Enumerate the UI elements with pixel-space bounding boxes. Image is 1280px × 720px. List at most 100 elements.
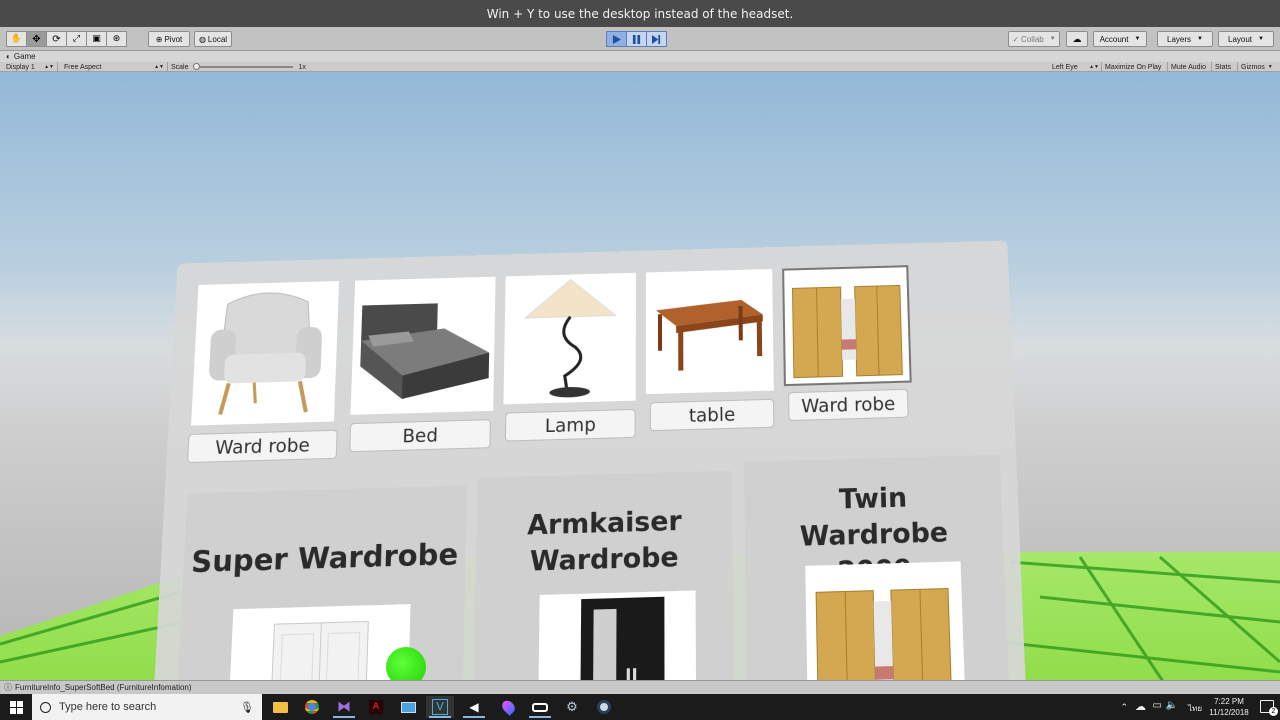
cloud-icon[interactable]: ☁ — [1135, 700, 1146, 713]
gizmos-label: Gizmos — [1241, 63, 1265, 71]
scale-tool-button[interactable]: ⤢ — [66, 31, 87, 47]
taskbar-steam[interactable] — [590, 696, 618, 718]
eye-dropdown[interactable]: Left Eye ▲▼ — [1050, 62, 1102, 72]
card-image — [537, 590, 697, 680]
game-view-toolbar: Display 1 ▲▼ Free Aspect ▲▼ Scale 1x Lef… — [0, 62, 1280, 72]
transform-tool-button[interactable]: ⊛ — [106, 31, 127, 47]
gizmos-dropdown[interactable]: Gizmos ▼ — [1240, 62, 1280, 72]
game-tab[interactable]: ◐ Game — [0, 51, 1280, 62]
mute-audio-toggle[interactable]: Mute Audio — [1170, 62, 1212, 72]
taskbar-chrome[interactable] — [298, 696, 326, 718]
layers-dropdown[interactable]: Layers ▼ — [1157, 31, 1213, 47]
transform-tools: ✋ ✥ ⟳ ⤢ ▣ ⊛ — [6, 31, 127, 47]
aspect-dropdown[interactable]: Free Aspect ▲▼ — [60, 62, 168, 72]
thumbnail-table[interactable] — [645, 268, 774, 395]
thumbnail-lamp[interactable] — [503, 272, 636, 405]
chevron-down-icon: ▼ — [1197, 36, 1203, 42]
taskbar-mixed-reality-portal[interactable] — [526, 696, 554, 718]
thumbnail-label-wardrobe[interactable]: Ward robe — [788, 388, 909, 422]
taskbar-acrobat[interactable]: A — [362, 696, 390, 718]
thumbnail-label-text: table — [688, 403, 736, 427]
windows-logo-icon — [9, 700, 23, 714]
taskbar-remote-desktop[interactable] — [394, 696, 422, 718]
taskbar-search-input[interactable]: Type here to search 🎙 — [32, 694, 262, 720]
thumbnail-label-bed[interactable]: Bed — [349, 419, 491, 453]
game-viewport[interactable]: Ward robe Bed Lamp table Ward robe Super… — [0, 72, 1280, 680]
pivot-toggle[interactable]: ⊕ Pivot — [148, 31, 190, 47]
unity-icon: ◀ — [469, 700, 479, 714]
eye-label: Left Eye — [1052, 63, 1078, 71]
chevron-down-icon: ▼ — [1049, 36, 1056, 42]
card-super-wardrobe[interactable]: Super Wardrobe — [173, 485, 468, 680]
vr-pointer-cursor — [386, 647, 426, 680]
rotate-tool-button[interactable]: ⟳ — [46, 31, 67, 47]
thumbnail-label-text: Ward robe — [214, 434, 311, 459]
account-dropdown[interactable]: Account ▼ — [1093, 31, 1147, 47]
taskbar-visual-studio-code[interactable]: V — [426, 696, 454, 718]
card-twin-wardrobe-2009[interactable]: Twin Wardrobe 2009 — [744, 454, 1011, 680]
rect-tool-button[interactable]: ▣ — [86, 31, 107, 47]
card-image — [227, 604, 411, 680]
display-dropdown[interactable]: Display 1 ▲▼ — [0, 62, 58, 72]
thumbnail-label-armchair[interactable]: Ward robe — [187, 429, 338, 464]
gear-icon: ⚙ — [566, 699, 578, 715]
thumbnail-wardrobe-selected[interactable] — [782, 265, 912, 387]
taskbar-maps[interactable] — [494, 696, 522, 718]
step-button[interactable] — [646, 31, 667, 47]
thumbnail-bed[interactable] — [350, 276, 496, 415]
card-image — [805, 561, 966, 680]
vr-headset-banner: Win + Y to use the desktop instead of th… — [0, 0, 1280, 27]
chevron-down-icon: ▲▼ — [154, 64, 164, 70]
display-label: Display 1 — [6, 63, 35, 71]
scale-slider-handle[interactable] — [192, 63, 200, 70]
hand-tool-button[interactable]: ✋ — [6, 31, 27, 47]
taskbar-visual-studio[interactable]: ⧓ — [330, 696, 358, 718]
card-title: Armkaiser Wardrobe — [527, 505, 682, 579]
layout-dropdown[interactable]: Layout ▼ — [1218, 31, 1274, 47]
local-label: Local — [207, 34, 228, 44]
search-placeholder: Type here to search — [59, 701, 157, 713]
maximize-on-play-toggle[interactable]: Maximize On Play — [1104, 62, 1168, 72]
local-toggle[interactable]: ◍ Local — [194, 31, 232, 47]
chevron-up-icon[interactable]: ⌃ — [1120, 702, 1128, 713]
running-indicator — [429, 716, 451, 718]
taskbar-file-explorer[interactable] — [266, 696, 294, 718]
account-label: Account — [1099, 34, 1129, 44]
aspect-label: Free Aspect — [64, 63, 102, 71]
volume-icon[interactable]: 🔈 — [1166, 700, 1178, 711]
taskbar-unity[interactable]: ◀ — [460, 696, 488, 718]
card-armkaiser-wardrobe[interactable]: Armkaiser Wardrobe — [472, 470, 735, 680]
scale-slider[interactable] — [192, 63, 293, 70]
running-indicator — [529, 716, 551, 718]
running-indicator — [333, 716, 355, 718]
furniture-menu-panel: Ward robe Bed Lamp table Ward robe Super… — [151, 240, 1027, 680]
language-indicator[interactable]: ไทย — [1188, 702, 1202, 715]
notification-center-button[interactable]: 2 — [1260, 700, 1278, 716]
thumbnail-armchair[interactable] — [191, 281, 340, 426]
cloud-button[interactable]: ☁ — [1066, 31, 1088, 47]
acrobat-icon: A — [369, 700, 383, 714]
thumbnail-label-table[interactable]: table — [649, 398, 775, 432]
taskbar-settings[interactable]: ⚙ — [558, 696, 586, 718]
play-button[interactable] — [606, 31, 627, 47]
visual-studio-icon: ⧓ — [337, 699, 351, 715]
stats-toggle[interactable]: Stats — [1214, 62, 1238, 72]
map-pin-icon — [499, 698, 517, 716]
thumbnail-label-lamp[interactable]: Lamp — [504, 408, 636, 442]
pause-button[interactable] — [626, 31, 647, 47]
wardrobe-image — [784, 267, 909, 384]
move-tool-button[interactable]: ✥ — [26, 31, 47, 47]
collab-dropdown[interactable]: ✓ Collab ▼ — [1008, 31, 1060, 47]
transform-icon: ⊛ — [112, 34, 121, 44]
v-app-icon: V — [432, 699, 448, 715]
rect-icon: ▣ — [92, 34, 101, 44]
bed-image — [359, 303, 490, 401]
taskbar-clock[interactable]: 7:22 PM 11/12/2018 — [1206, 696, 1252, 718]
maximize-label: Maximize On Play — [1105, 63, 1162, 71]
console-status-bar[interactable]: ⓘ FurnitureInfo_SuperSoftBed (FurnitureI… — [0, 680, 1280, 694]
thumbnail-label-text: Lamp — [544, 413, 596, 437]
network-icon[interactable]: ▭ — [1153, 700, 1162, 711]
layout-label: Layout — [1228, 34, 1253, 44]
start-button[interactable] — [0, 694, 32, 720]
monitor-icon — [400, 701, 416, 713]
